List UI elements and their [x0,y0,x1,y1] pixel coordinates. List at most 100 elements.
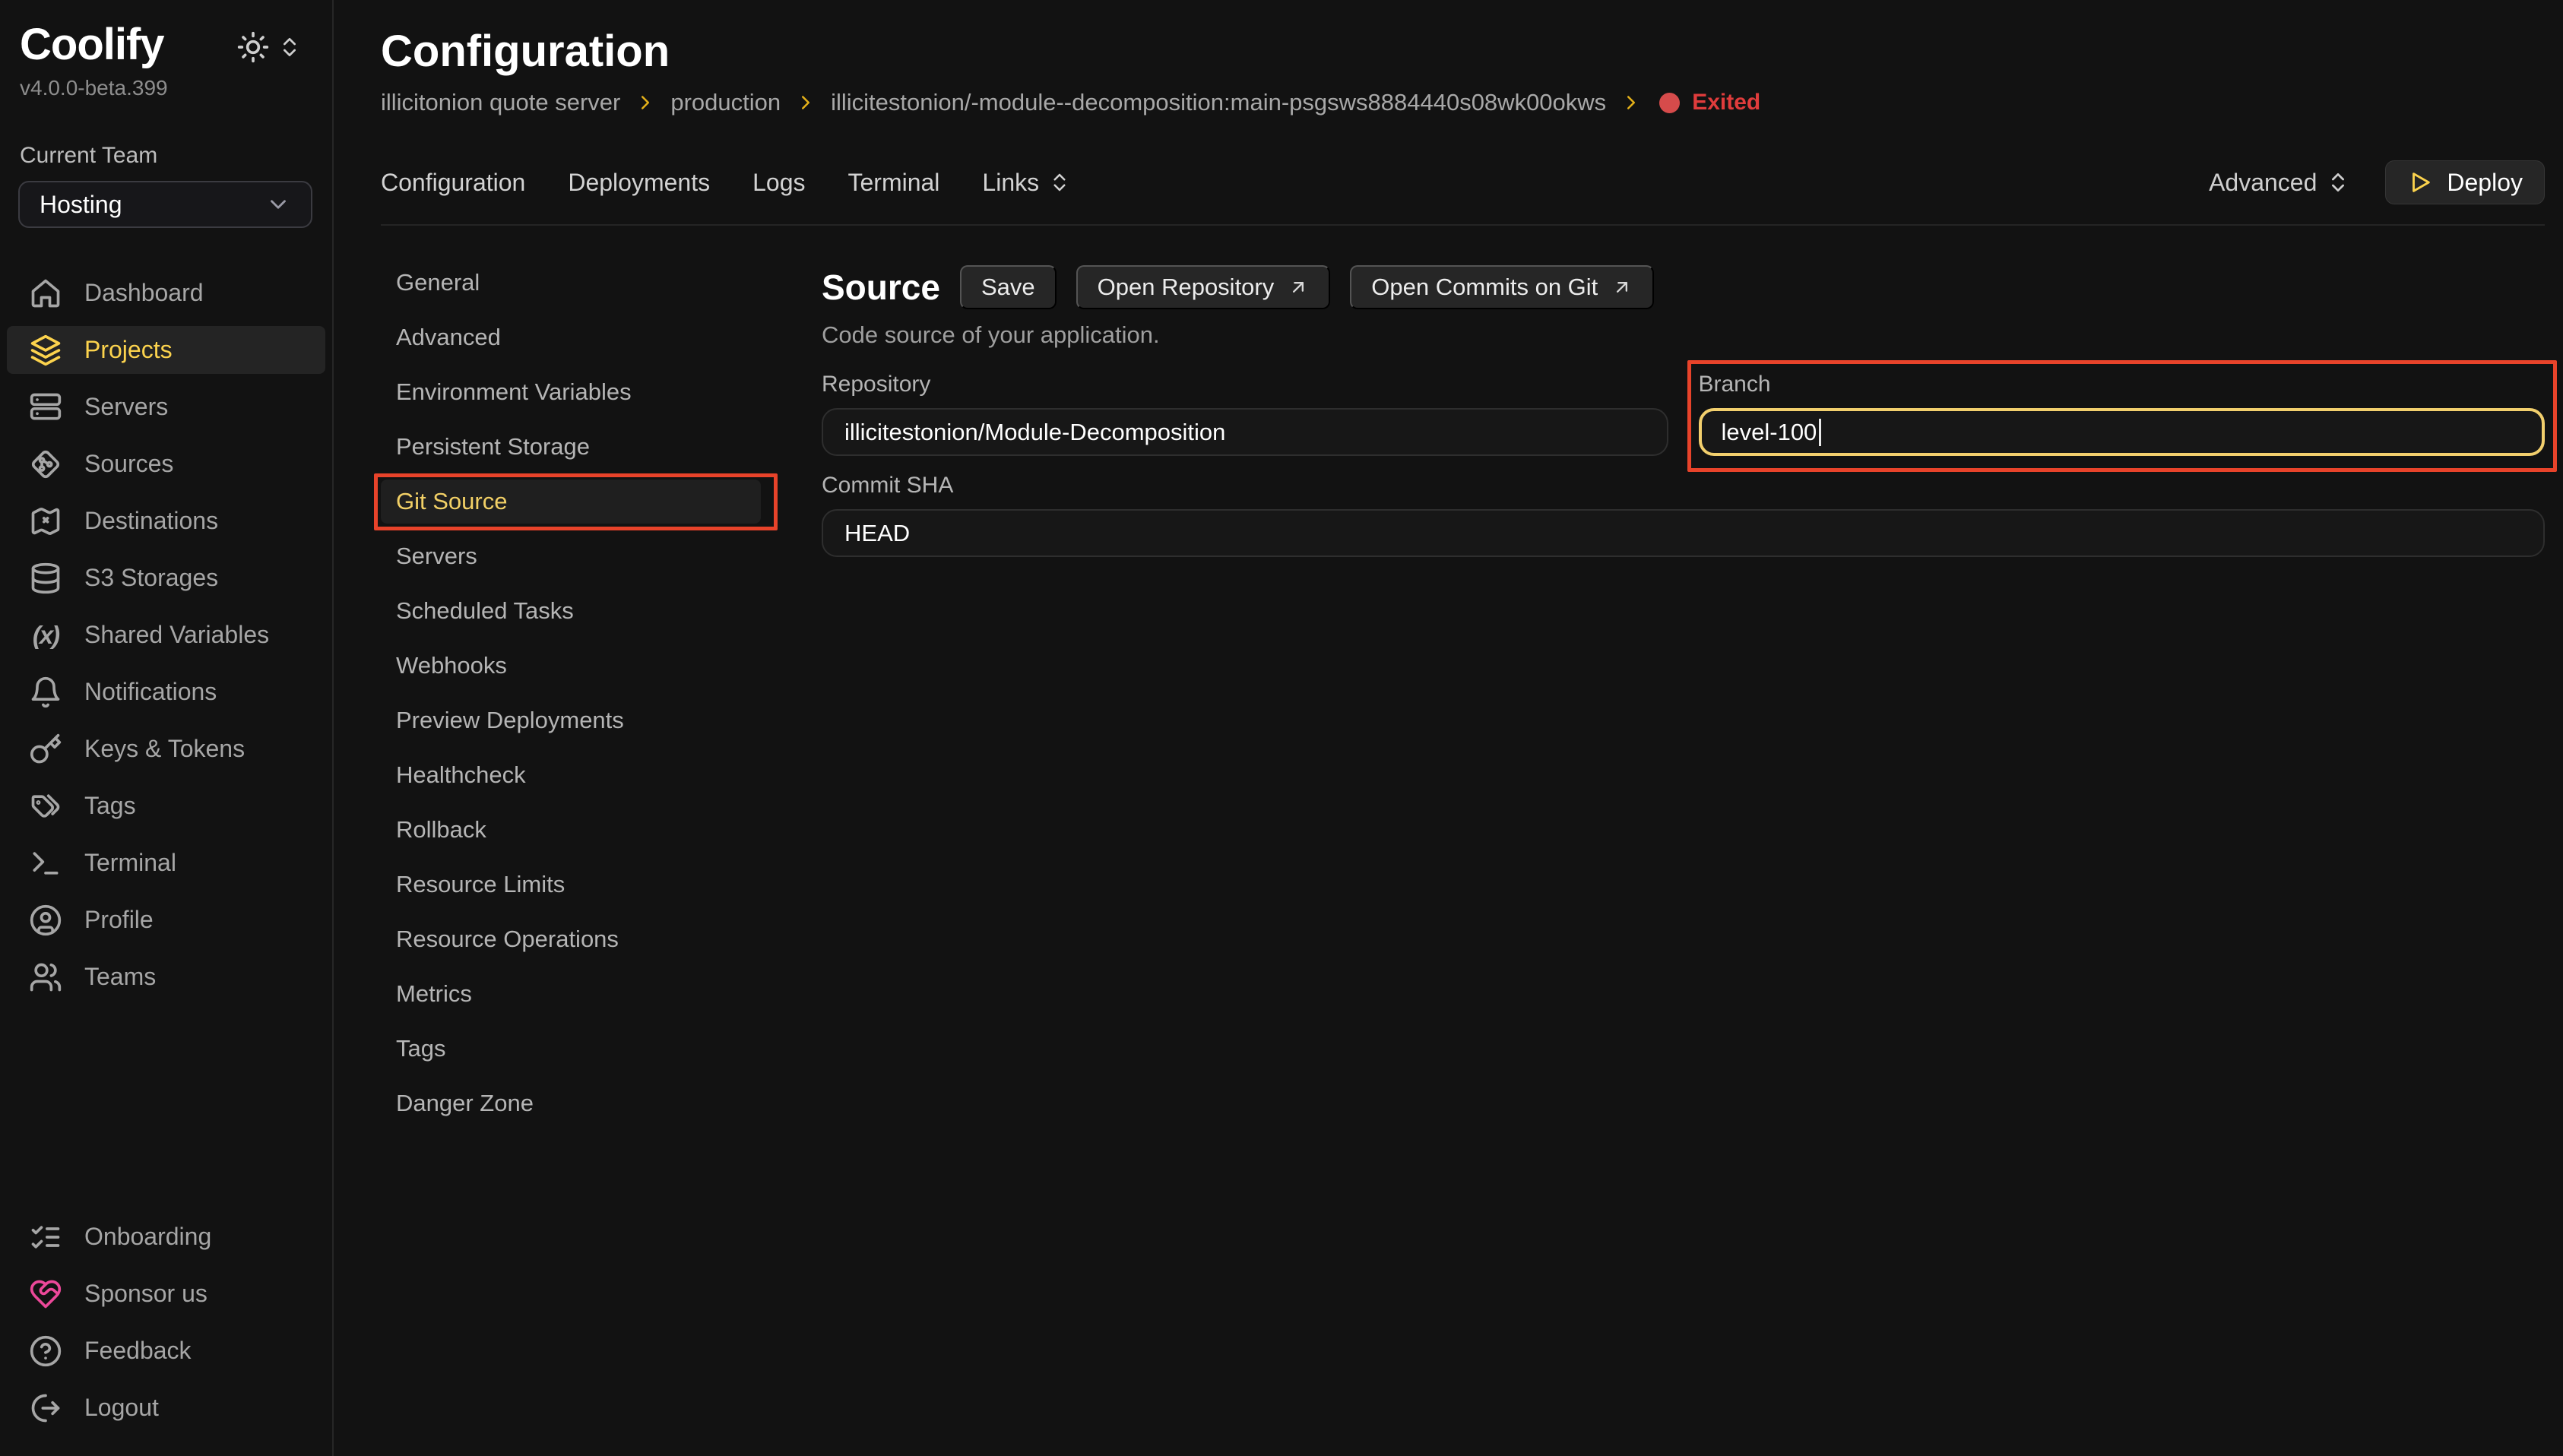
tabs: Configuration Deployments Logs Terminal … [381,169,1071,197]
open-repository-label: Open Repository [1098,274,1275,301]
subnav-item-general[interactable]: General [381,261,761,305]
sun-icon [236,30,270,64]
chevron-right-icon [634,91,657,114]
sidebar-item-logout[interactable]: Logout [7,1384,325,1432]
subnav-item-persistent-storage[interactable]: Persistent Storage [381,425,761,469]
chevrons-up-down-icon [277,35,302,59]
list-checks-icon [28,1220,63,1255]
sidebar-item-profile[interactable]: Profile [7,896,325,944]
subnav-item-advanced[interactable]: Advanced [381,315,761,359]
app-root: Coolify v4.0.0-beta.399 Current Team Hos… [0,0,2563,1456]
server-icon [28,390,63,425]
sidebar-item-notifications[interactable]: Notifications [7,668,325,716]
breadcrumb-environment[interactable]: production [670,89,781,116]
tab-terminal[interactable]: Terminal [847,169,939,197]
chevrons-up-down-icon [2326,170,2350,195]
sidebar: Coolify v4.0.0-beta.399 Current Team Hos… [0,0,334,1456]
sidebar-item-label: Projects [84,336,173,364]
status-badge: Exited [1659,90,1760,116]
sidebar-item-projects[interactable]: Projects [7,326,325,374]
save-button[interactable]: Save [960,265,1057,309]
tab-logs[interactable]: Logs [752,169,805,197]
tab-deployments[interactable]: Deployments [568,169,710,197]
sidebar-item-label: Terminal [84,849,176,877]
breadcrumb-project[interactable]: illicitonion quote server [381,89,620,116]
team-select[interactable]: Hosting [18,181,312,228]
layers-icon [28,333,63,368]
subnav-item-resource-operations[interactable]: Resource Operations [381,917,761,961]
subnav-item-git-source[interactable]: Git Source [381,480,761,524]
database-icon [28,561,63,596]
current-team-label: Current Team [20,143,332,169]
branch-input[interactable]: level-100 [1699,408,2546,456]
commit-sha-field: Commit SHA [822,473,2545,557]
sidebar-item-tags[interactable]: Tags [7,782,325,830]
user-circle-icon [28,903,63,938]
app-logo: Coolify [20,23,168,67]
subnav-item-healthcheck[interactable]: Healthcheck [381,753,761,797]
repository-input[interactable] [822,408,1668,456]
sidebar-item-label: Dashboard [84,279,204,307]
home-icon [28,276,63,311]
subnav-item-tags[interactable]: Tags [381,1027,761,1071]
theme-toggle[interactable] [236,30,302,64]
branch-value: level-100 [1722,419,1817,446]
sidebar-item-label: Servers [84,393,168,421]
subnav-item-environment-variables[interactable]: Environment Variables [381,370,761,414]
sidebar-item-sources[interactable]: Sources [7,440,325,488]
sidebar-item-label: Profile [84,906,154,934]
sidebar-item-label: Feedback [84,1337,192,1365]
logo-block: Coolify v4.0.0-beta.399 [20,23,168,100]
sidebar-item-dashboard[interactable]: Dashboard [7,269,325,317]
deploy-button[interactable]: Deploy [2385,160,2545,204]
tab-links-label: Links [982,169,1039,197]
header-actions: Advanced Deploy [2209,160,2545,204]
sidebar-item-shared-variables[interactable]: (x) Shared Variables [7,611,325,659]
subnav-item-rollback[interactable]: Rollback [381,808,761,852]
sidebar-item-terminal[interactable]: Terminal [7,839,325,887]
tab-links[interactable]: Links [982,169,1071,197]
logout-icon [28,1391,63,1426]
arrow-up-right-icon [1611,277,1633,298]
heart-handshake-icon [28,1277,63,1312]
chevron-right-icon [794,91,817,114]
subnav-item-scheduled-tasks[interactable]: Scheduled Tasks [381,589,761,633]
subnav-item-resource-limits[interactable]: Resource Limits [381,863,761,907]
sidebar-item-keys-tokens[interactable]: Keys & Tokens [7,725,325,773]
save-label: Save [981,274,1035,301]
key-icon [28,732,63,767]
sidebar-item-servers[interactable]: Servers [7,383,325,431]
team-select-value: Hosting [40,191,122,219]
sidebar-item-onboarding[interactable]: Onboarding [7,1213,325,1261]
open-commits-button[interactable]: Open Commits on Git [1350,265,1654,309]
sidebar-item-sponsor-us[interactable]: Sponsor us [7,1270,325,1318]
sidebar-item-s3-storages[interactable]: S3 Storages [7,554,325,602]
repository-label: Repository [822,372,1668,397]
subnav-item-servers[interactable]: Servers [381,534,761,578]
sidebar-item-teams[interactable]: Teams [7,953,325,1001]
tab-configuration[interactable]: Configuration [381,169,525,197]
bell-icon [28,675,63,710]
subnav-item-metrics[interactable]: Metrics [381,972,761,1016]
advanced-menu[interactable]: Advanced [2209,169,2350,197]
status-label: Exited [1692,90,1760,116]
users-icon [28,960,63,995]
open-repository-button[interactable]: Open Repository [1076,265,1331,309]
subnav-item-webhooks[interactable]: Webhooks [381,644,761,688]
breadcrumb-application[interactable]: illicitestonion/-module--decomposition:m… [831,89,1606,116]
configuration-content: General Advanced Environment Variables P… [381,261,2545,1456]
sidebar-item-label: Keys & Tokens [84,735,245,763]
subnav-item-danger-zone[interactable]: Danger Zone [381,1081,761,1125]
subnav-item-preview-deployments[interactable]: Preview Deployments [381,698,761,742]
arrow-up-right-icon [1288,277,1309,298]
sidebar-item-label: Notifications [84,678,217,706]
commit-sha-input[interactable] [822,509,2545,557]
sidebar-item-destinations[interactable]: Destinations [7,497,325,545]
repository-field: Repository [822,372,1668,456]
open-commits-label: Open Commits on Git [1371,274,1598,301]
terminal-icon [28,846,63,881]
sidebar-item-label: Tags [84,792,136,820]
sidebar-item-label: S3 Storages [84,564,218,592]
help-circle-icon [28,1334,63,1369]
sidebar-item-feedback[interactable]: Feedback [7,1327,325,1375]
